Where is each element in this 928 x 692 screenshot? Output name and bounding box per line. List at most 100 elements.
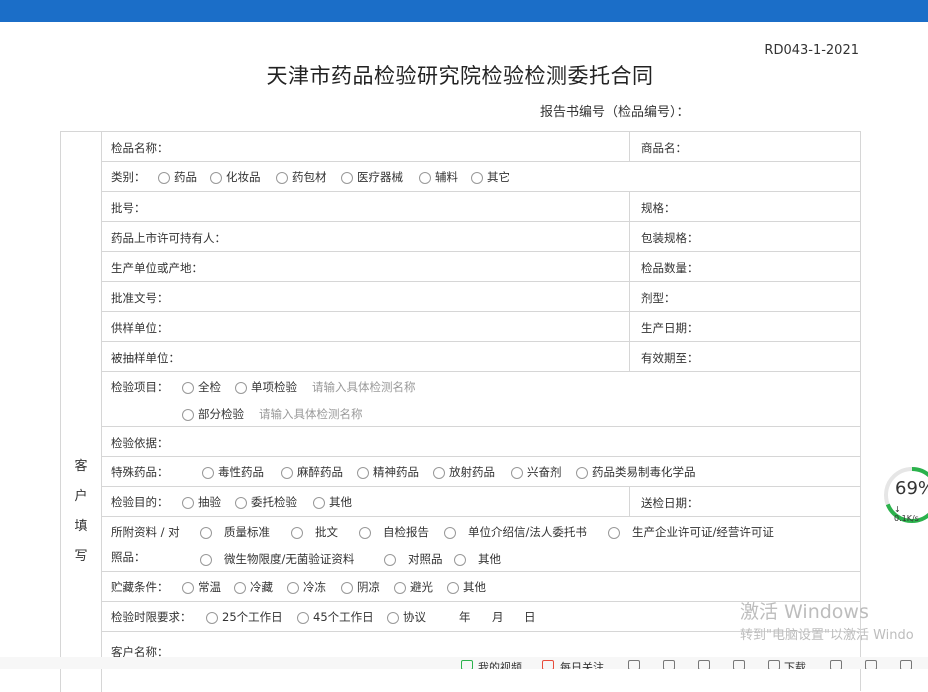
attach-option-microbial[interactable]: 微生物限度/无菌验证资料 <box>200 551 354 567</box>
purpose-option-other[interactable]: 其他 <box>313 494 352 510</box>
category-option-excipient[interactable]: 辅料 <box>419 169 458 185</box>
item-single-input[interactable]: 请输入具体检测名称 <box>312 379 416 395</box>
send-date-field[interactable]: 送检日期： <box>641 495 699 511</box>
sample-quantity-field[interactable]: 检品数量： <box>641 260 699 276</box>
supplier-field[interactable]: 供样单位： <box>111 320 169 336</box>
item-full-option[interactable]: 全检 <box>182 379 221 395</box>
radio-icon[interactable] <box>384 554 396 566</box>
flame-icon[interactable] <box>542 660 554 669</box>
attach-option-license[interactable]: 生产企业许可证/经营许可证 <box>608 524 774 540</box>
radio-icon[interactable] <box>454 554 466 566</box>
special-option-stimulant[interactable]: 兴奋剂 <box>511 464 562 480</box>
category-option-device[interactable]: 医疗器械 <box>341 169 403 185</box>
radio-icon[interactable] <box>235 497 247 509</box>
radio-icon[interactable] <box>341 582 353 594</box>
category-option-packaging[interactable]: 药包材 <box>276 169 327 185</box>
production-date-field[interactable]: 生产日期： <box>641 320 699 336</box>
special-option-narcotic[interactable]: 麻醉药品 <box>281 464 343 480</box>
radio-icon[interactable] <box>206 612 218 624</box>
play-icon[interactable] <box>461 660 473 669</box>
radio-icon[interactable] <box>447 582 459 594</box>
radio-icon[interactable] <box>210 172 222 184</box>
radio-icon[interactable] <box>281 467 293 479</box>
zoom-icon[interactable] <box>900 660 912 669</box>
radio-icon[interactable] <box>202 467 214 479</box>
category-option-drug[interactable]: 药品 <box>158 169 197 185</box>
sampled-unit-field[interactable]: 被抽样单位： <box>111 350 180 366</box>
screenshot-icon[interactable] <box>830 660 842 669</box>
radio-icon[interactable] <box>182 497 194 509</box>
tool-icon[interactable] <box>733 660 745 669</box>
radio-icon[interactable] <box>341 172 353 184</box>
attach-option-self-report[interactable]: 自检报告 <box>359 524 429 540</box>
item-single-option[interactable]: 单项检验 <box>235 379 297 395</box>
manufacturer-field[interactable]: 生产单位或产地： <box>111 260 203 276</box>
radio-icon[interactable] <box>182 382 194 394</box>
category-option-cosmetic[interactable]: 化妆品 <box>210 169 261 185</box>
download-icon[interactable] <box>768 660 780 669</box>
radio-icon[interactable] <box>433 467 445 479</box>
radio-icon[interactable] <box>511 467 523 479</box>
storage-option-cool[interactable]: 阴凉 <box>341 579 380 595</box>
radio-icon[interactable] <box>200 527 212 539</box>
purpose-option-sampling[interactable]: 抽验 <box>182 494 221 510</box>
radio-icon[interactable] <box>234 582 246 594</box>
category-option-other[interactable]: 其它 <box>471 169 510 185</box>
radio-icon[interactable] <box>471 172 483 184</box>
radio-icon[interactable] <box>182 582 194 594</box>
spec-field[interactable]: 规格： <box>641 200 676 216</box>
volume-icon[interactable] <box>865 660 877 669</box>
special-option-precursor[interactable]: 药品类易制毒化学品 <box>576 464 696 480</box>
special-option-toxic[interactable]: 毒性药品 <box>202 464 264 480</box>
speaker-icon[interactable] <box>698 660 710 669</box>
trade-name-field[interactable]: 商品名： <box>641 140 687 156</box>
daily-focus-link[interactable]: 每日关注 <box>560 659 604 669</box>
item-partial-option[interactable]: 部分检验 <box>182 406 244 422</box>
radio-icon[interactable] <box>158 172 170 184</box>
storage-option-refrigerate[interactable]: 冷藏 <box>234 579 273 595</box>
sample-name-field[interactable]: 检品名称： <box>111 140 169 156</box>
my-video-link[interactable]: 我的视频 <box>478 659 522 669</box>
storage-option-dark[interactable]: 避光 <box>394 579 433 595</box>
radio-icon[interactable] <box>287 582 299 594</box>
attach-option-other[interactable]: 其他 <box>454 551 501 567</box>
radio-icon[interactable] <box>313 497 325 509</box>
attach-option-approval[interactable]: 批文 <box>291 524 338 540</box>
radio-icon[interactable] <box>235 382 247 394</box>
special-option-psychotropic[interactable]: 精神药品 <box>357 464 419 480</box>
radio-icon[interactable] <box>357 467 369 479</box>
radio-icon[interactable] <box>182 409 194 421</box>
radio-icon[interactable] <box>387 612 399 624</box>
shield-icon[interactable] <box>628 660 640 669</box>
expiry-date-field[interactable]: 有效期至： <box>641 350 699 366</box>
storage-option-other[interactable]: 其他 <box>447 579 486 595</box>
approval-number-field[interactable]: 批准文号： <box>111 290 169 306</box>
basis-field[interactable]: 检验依据： <box>111 435 169 451</box>
purpose-option-entrusted[interactable]: 委托检验 <box>235 494 297 510</box>
radio-icon[interactable] <box>608 527 620 539</box>
batch-number-field[interactable]: 批号： <box>111 200 146 216</box>
time-option-25-days[interactable]: 25个工作日 <box>206 609 283 625</box>
time-option-agreement[interactable]: 协议 <box>387 609 426 625</box>
radio-icon[interactable] <box>394 582 406 594</box>
dosage-form-field[interactable]: 剂型： <box>641 290 676 306</box>
radio-icon[interactable] <box>359 527 371 539</box>
storage-option-freeze[interactable]: 冷冻 <box>287 579 326 595</box>
holder-field[interactable]: 药品上市许可持有人： <box>111 230 226 246</box>
storage-option-normal[interactable]: 常温 <box>182 579 221 595</box>
attach-option-standard[interactable]: 质量标准 <box>200 524 270 540</box>
image-icon[interactable] <box>663 660 675 669</box>
attach-option-reference[interactable]: 对照品 <box>384 551 443 567</box>
radio-icon[interactable] <box>419 172 431 184</box>
package-spec-field[interactable]: 包装规格： <box>641 230 699 246</box>
item-partial-input[interactable]: 请输入具体检测名称 <box>259 406 363 422</box>
radio-icon[interactable] <box>297 612 309 624</box>
download-link[interactable]: 下载 <box>784 659 806 669</box>
radio-icon[interactable] <box>444 527 456 539</box>
radio-icon[interactable] <box>276 172 288 184</box>
special-option-radioactive[interactable]: 放射药品 <box>433 464 495 480</box>
time-option-45-days[interactable]: 45个工作日 <box>297 609 374 625</box>
attach-option-letter[interactable]: 单位介绍信/法人委托书 <box>444 524 587 540</box>
radio-icon[interactable] <box>291 527 303 539</box>
radio-icon[interactable] <box>200 554 212 566</box>
